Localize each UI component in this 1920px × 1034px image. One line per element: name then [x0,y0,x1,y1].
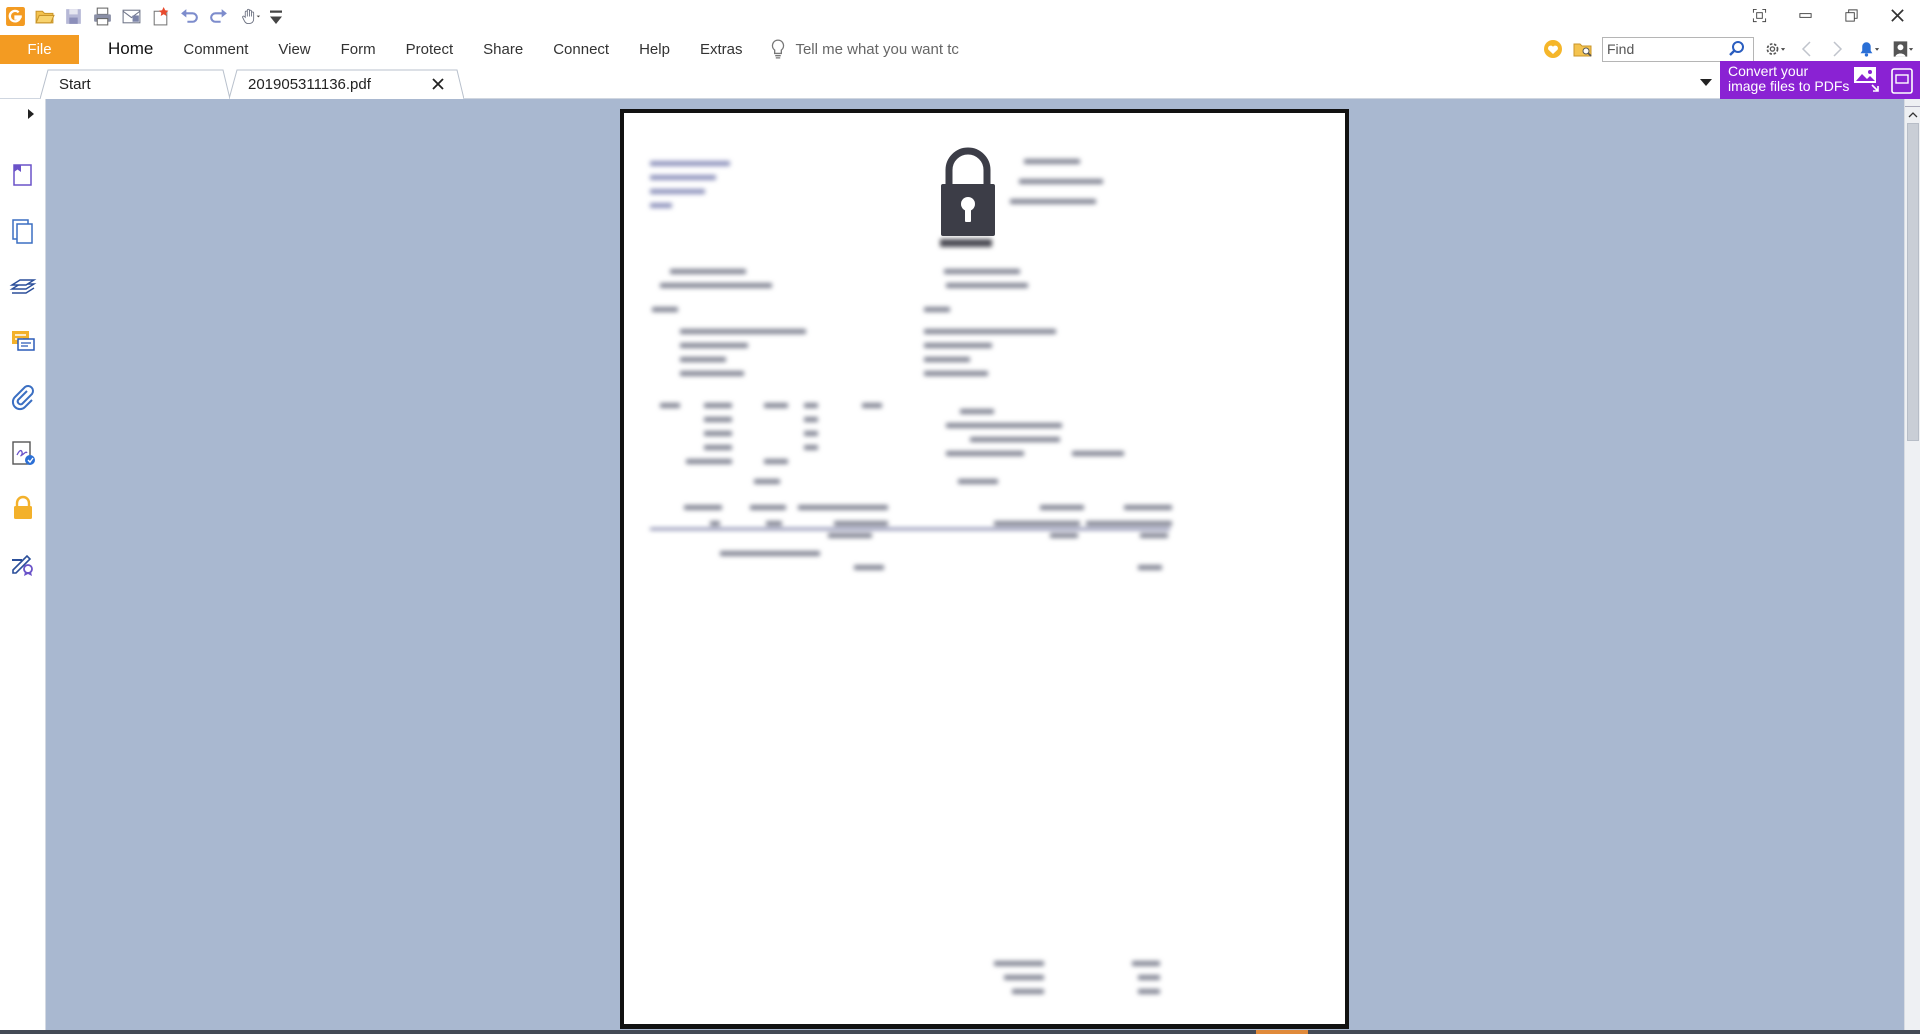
ad-line-2: image files to PDFs [1728,78,1850,94]
window-controls [1736,0,1920,30]
pages-icon[interactable] [8,216,38,246]
pdf-page [620,109,1349,1029]
menu-extras[interactable]: Extras [685,35,758,64]
lightbulb-icon [772,39,785,59]
file-menu-button[interactable]: File [0,34,79,64]
menu-help[interactable]: Help [624,35,685,64]
find-input[interactable] [1603,38,1727,60]
tab-start[interactable]: Start [40,69,230,99]
menu-view[interactable]: View [263,35,325,64]
email-icon[interactable] [118,3,145,30]
vertical-scrollbar[interactable] [1904,99,1920,1030]
comments-icon[interactable] [8,326,38,356]
tab-document[interactable]: 201905311136.pdf [229,69,464,99]
tell-me-placeholder: Tell me what you want tc [795,40,959,58]
image-to-pdf-icon [1854,67,1913,94]
status-bar [0,1030,1920,1034]
document-viewer[interactable] [46,99,1904,1030]
menu-connect[interactable]: Connect [538,35,624,64]
hand-tool-icon[interactable] [234,3,266,30]
search-folder-icon[interactable] [1568,34,1598,64]
menu-form[interactable]: Form [326,35,391,64]
tab-start-label: Start [59,75,91,93]
app-logo-icon[interactable] [2,3,29,30]
find-field[interactable] [1602,36,1754,62]
minimize-icon[interactable] [1782,0,1828,30]
menu-share[interactable]: Share [468,35,538,64]
layout-icon[interactable] [1736,0,1782,30]
layers-icon[interactable] [8,271,38,301]
tab-list-dropdown-icon[interactable] [1698,75,1714,89]
quick-access-toolbar [0,0,1920,33]
tab-document-label: 201905311136.pdf [248,75,371,93]
padlock-icon [941,147,995,236]
close-window-icon[interactable] [1874,0,1920,30]
menu-home[interactable]: Home [93,35,168,64]
scroll-thumb[interactable] [1907,123,1919,441]
gear-icon[interactable] [1758,34,1792,64]
blurred-page-content [624,113,1345,1024]
split-view-handle[interactable] [1905,99,1920,107]
document-tab-bar: Start 201905311136.pdf [0,65,1920,99]
user-account-icon[interactable] [1886,34,1920,64]
security-lock-icon[interactable] [8,493,38,523]
heart-icon[interactable] [1538,34,1568,64]
search-icon[interactable] [1727,39,1747,59]
ad-banner[interactable]: Convert your image files to PDFs [1720,61,1920,99]
tell-me-search[interactable]: Tell me what you want tc [769,39,959,59]
save-icon[interactable] [60,3,87,30]
customize-dropdown-icon[interactable] [268,3,284,30]
redo-icon[interactable] [205,3,232,30]
menu-comment[interactable]: Comment [168,35,263,64]
scroll-up-icon[interactable] [1908,111,1918,119]
expand-panel-icon[interactable] [26,107,36,121]
print-icon[interactable] [89,3,116,30]
bell-icon[interactable] [1852,34,1886,64]
file-menu-label: File [27,40,52,58]
open-folder-icon[interactable] [31,3,58,30]
new-icon[interactable] [147,3,174,30]
next-result-icon[interactable] [1822,34,1852,64]
previous-result-icon[interactable] [1792,34,1822,64]
menu-protect[interactable]: Protect [391,35,469,64]
digital-id-icon[interactable] [8,549,38,579]
bookmarks-icon[interactable] [8,159,38,189]
attachments-icon[interactable] [8,382,38,412]
signature-panel-icon[interactable] [8,438,38,468]
restore-icon[interactable] [1828,0,1874,30]
navigation-panel [0,99,46,1030]
ad-line-1: Convert your [1728,63,1809,79]
close-tab-icon[interactable] [430,76,446,92]
undo-icon[interactable] [176,3,203,30]
